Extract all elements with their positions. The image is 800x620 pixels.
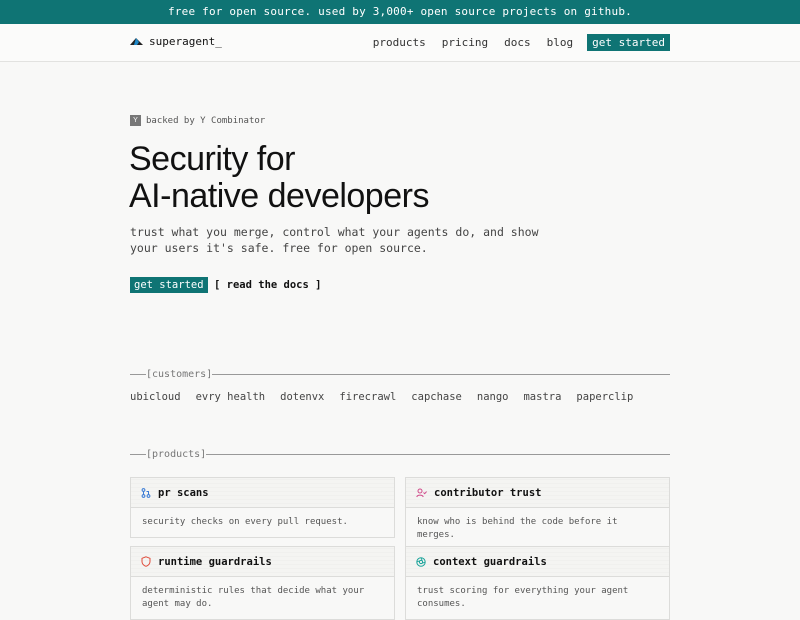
shield-icon <box>141 556 151 567</box>
logo-icon <box>130 38 143 45</box>
card-header: runtime guardrails <box>131 547 394 577</box>
divider-rule <box>130 373 146 375</box>
divider-rule <box>130 453 146 455</box>
aperture-icon <box>416 556 426 567</box>
customer-item: nango <box>476 391 509 403</box>
nav-get-started-button[interactable]: get started <box>587 34 670 51</box>
product-card-context-guardrails[interactable]: context guardrails trust scoring for eve… <box>405 546 670 620</box>
card-header: context guardrails <box>406 547 669 577</box>
git-pull-request-icon <box>141 487 151 498</box>
customer-item: firecrawl <box>339 391 397 403</box>
customer-item: capchase <box>411 391 462 403</box>
banner-text: free for open source. used by 3,000+ ope… <box>168 5 632 18</box>
hero-subtitle: trust what you merge, control what your … <box>130 225 539 255</box>
divider-rule <box>206 453 670 455</box>
brand-logo[interactable]: superagent_ <box>130 35 222 48</box>
product-card-contributor-trust[interactable]: contributor trust know who is behind the… <box>405 477 670 551</box>
product-card-pr-scans[interactable]: pr scans security checks on every pull r… <box>130 477 395 538</box>
customers-section-divider: [customers] <box>130 368 670 380</box>
customer-item: evry health <box>195 391 266 403</box>
nav-docs-link[interactable]: docs <box>504 36 531 49</box>
hero-title: Security for AI-native developers <box>129 141 429 215</box>
card-title: pr scans <box>158 486 209 499</box>
read-docs-link[interactable]: [ read the docs ] <box>214 279 321 291</box>
customer-item: paperclip <box>576 391 634 403</box>
card-header: contributor trust <box>406 478 669 508</box>
product-card-runtime-guardrails[interactable]: runtime guardrails deterministic rules t… <box>130 546 395 620</box>
site-header: superagent_ products pricing docs blog g… <box>0 24 800 62</box>
nav-pricing-link[interactable]: pricing <box>442 36 488 49</box>
hero-get-started-button[interactable]: get started <box>130 277 208 293</box>
customers-section-label: [customers] <box>146 368 213 380</box>
card-description: security checks on every pull request. <box>131 508 394 537</box>
brand-name: superagent_ <box>149 35 222 48</box>
announcement-banner: free for open source. used by 3,000+ ope… <box>0 0 800 24</box>
customer-logos: ubicloud evry health dotenvx firecrawl c… <box>130 391 648 403</box>
user-check-icon <box>416 488 427 497</box>
customer-item: ubicloud <box>130 391 181 403</box>
yc-backing: Y backed by Y Combinator <box>130 115 265 126</box>
hero-title-line1: Security for <box>129 140 295 178</box>
customer-item: mastra <box>523 391 562 403</box>
card-title: context guardrails <box>433 555 547 568</box>
nav-blog-link[interactable]: blog <box>547 36 574 49</box>
yc-text: backed by Y Combinator <box>146 115 266 126</box>
card-title: runtime guardrails <box>158 555 272 568</box>
card-header: pr scans <box>131 478 394 508</box>
card-title: contributor trust <box>434 486 542 499</box>
nav-products-link[interactable]: products <box>373 36 426 49</box>
card-description: know who is behind the code before it me… <box>406 508 669 550</box>
card-description: trust scoring for everything your agent … <box>406 577 669 619</box>
card-description: deterministic rules that decide what you… <box>131 577 394 619</box>
divider-rule <box>212 373 670 375</box>
hero-title-line2: AI-native developers <box>129 177 429 215</box>
yc-logo-icon: Y <box>130 115 141 126</box>
customer-item: dotenvx <box>280 391 325 403</box>
main-nav: products pricing docs blog get started <box>357 34 670 51</box>
products-section-divider: [products] <box>130 448 670 460</box>
products-section-label: [products] <box>146 448 207 460</box>
